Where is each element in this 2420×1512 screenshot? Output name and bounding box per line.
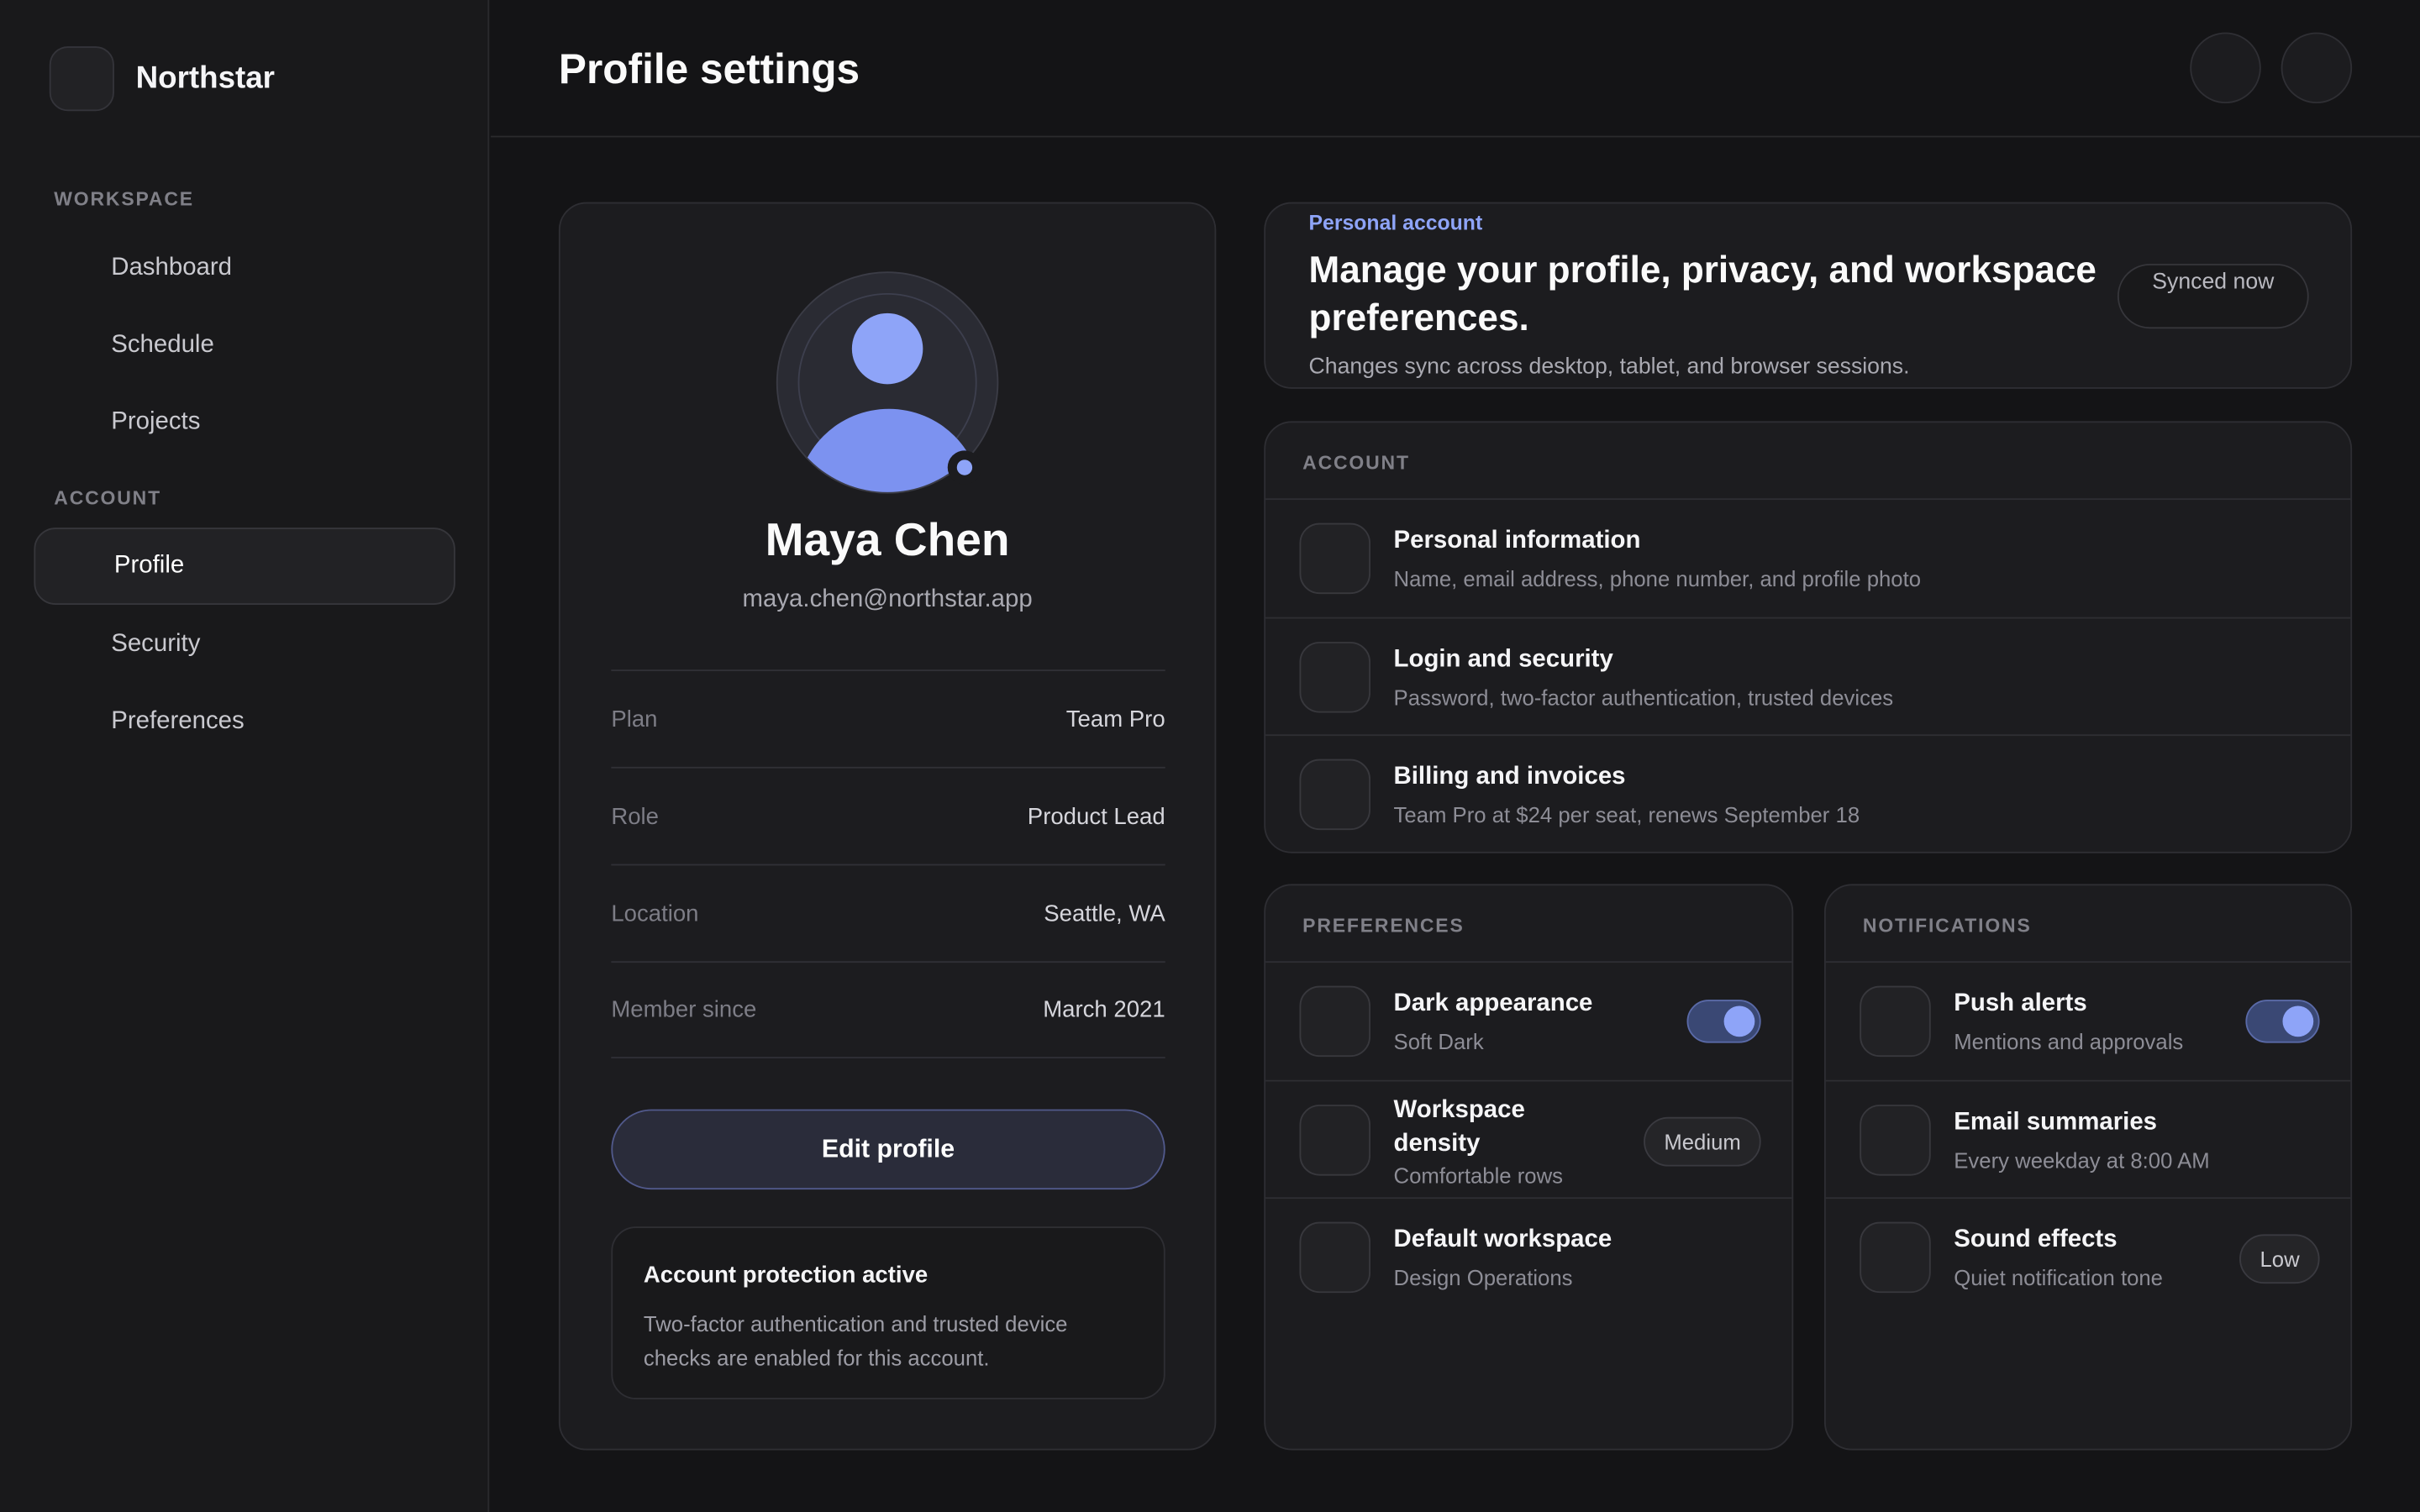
- sidebar-item-projects[interactable]: Projects: [34, 384, 455, 461]
- detail-value: Seattle, WA: [1044, 900, 1165, 927]
- detail-value: Product Lead: [1027, 803, 1165, 830]
- banner-subtitle: Changes sync across desktop, tablet, and…: [1308, 354, 1910, 380]
- profile-name: Maya Chen: [765, 515, 1010, 567]
- detail-label: Plan: [611, 706, 658, 732]
- sidebar-item-security[interactable]: Security: [34, 606, 455, 684]
- protection-title: Account protection active: [643, 1262, 929, 1289]
- detail-row-location: Location Seattle, WA: [611, 864, 1165, 962]
- pref-row-dark-appearance: Dark appearance Soft Dark: [1265, 961, 1792, 1079]
- personal-information-icon: [1299, 522, 1370, 595]
- notif-row-email-summaries[interactable]: Email summaries Every weekday at 8:00 AM: [1825, 1079, 2351, 1199]
- settings-row-billing[interactable]: Billing and invoices Team Pro at $24 per…: [1265, 734, 2351, 853]
- row-subtitle: Every weekday at 8:00 AM: [1954, 1147, 2210, 1173]
- toggle-knob: [1723, 1005, 1755, 1037]
- row-subtitle: Password, two-factor authentication, tru…: [1393, 685, 1894, 710]
- profile-email: maya.chen@northstar.app: [742, 585, 1033, 613]
- toggle-knob: [2282, 1005, 2314, 1037]
- row-title: Email summaries: [1954, 1109, 2158, 1136]
- user-menu-button[interactable]: [2281, 32, 2353, 104]
- notif-row-push-alerts: Push alerts Mentions and approvals: [1825, 961, 2351, 1079]
- row-subtitle: Team Pro at $24 per seat, renews Septemb…: [1393, 802, 1860, 827]
- preferences-card: PREFERENCES Dark appearance Soft Dark Wo…: [1264, 884, 1794, 1451]
- topbar: Profile settings: [491, 0, 2420, 138]
- row-subtitle: Soft Dark: [1393, 1029, 1484, 1054]
- row-title: Push alerts: [1954, 990, 2087, 1017]
- online-status-dot: [947, 450, 982, 485]
- settings-row-personal-information[interactable]: Personal information Name, email address…: [1265, 498, 2351, 617]
- sync-status-badge: Synced now: [2117, 264, 2309, 329]
- page-title: Profile settings: [558, 46, 860, 93]
- dark-appearance-toggle[interactable]: [1686, 1000, 1761, 1043]
- detail-row-member-since: Member since March 2021: [611, 961, 1165, 1058]
- pref-row-default-workspace[interactable]: Default workspace Design Operations: [1265, 1197, 1792, 1315]
- nav-section-workspace: WORKSPACE: [54, 188, 194, 210]
- sidebar: Northstar WORKSPACE Dashboard Schedule P…: [0, 0, 490, 1512]
- detail-label: Role: [611, 803, 660, 830]
- density-icon: [1299, 1105, 1370, 1176]
- sidebar-item-preferences[interactable]: Preferences: [34, 684, 455, 761]
- row-subtitle: Comfortable rows: [1393, 1163, 1564, 1189]
- row-subtitle: Design Operations: [1393, 1265, 1573, 1290]
- notifications-button[interactable]: [2190, 32, 2261, 104]
- banner-title: Manage your profile, privacy, and worksp…: [1308, 249, 2096, 340]
- section-label-account: ACCOUNT: [1302, 452, 1410, 474]
- sidebar-item-dashboard[interactable]: Dashboard: [34, 230, 455, 307]
- workspace-icon: [1299, 1221, 1370, 1294]
- mail-icon: [1860, 1105, 1931, 1176]
- settings-row-login-security[interactable]: Login and security Password, two-factor …: [1265, 617, 2351, 736]
- moon-icon: [1299, 985, 1370, 1058]
- profile-card: Maya Chen maya.chen@northstar.app Plan T…: [558, 202, 1217, 1451]
- sidebar-item-schedule[interactable]: Schedule: [34, 307, 455, 385]
- row-subtitle: Name, email address, phone number, and p…: [1393, 566, 1922, 591]
- pref-row-workspace-density: Workspace density Comfortable rows Mediu…: [1265, 1079, 1792, 1199]
- row-subtitle: Quiet notification tone: [1954, 1265, 2163, 1290]
- billing-icon: [1299, 759, 1370, 831]
- brand[interactable]: Northstar: [49, 46, 275, 112]
- row-title: Default workspace: [1393, 1226, 1612, 1253]
- account-card: ACCOUNT Personal information Name, email…: [1264, 421, 2353, 853]
- detail-value: March 2021: [1043, 996, 1165, 1023]
- brand-name: Northstar: [135, 60, 275, 95]
- edit-profile-button[interactable]: Edit profile: [611, 1109, 1165, 1190]
- banner-eyebrow: Personal account: [1308, 211, 1483, 235]
- row-title: Workspace density: [1393, 1096, 1525, 1158]
- push-alerts-toggle[interactable]: [2245, 1000, 2320, 1043]
- detail-row-role: Role Product Lead: [611, 766, 1165, 864]
- detail-row-plan: Plan Team Pro: [611, 669, 1165, 767]
- detail-label: Location: [611, 900, 699, 927]
- detail-value: Team Pro: [1065, 706, 1165, 732]
- brand-logo-icon: [49, 46, 114, 112]
- protection-notice: Account protection active Two-factor aut…: [611, 1226, 1165, 1399]
- app-window: Northstar WORKSPACE Dashboard Schedule P…: [0, 0, 2420, 1512]
- row-title: Personal information: [1393, 528, 1641, 554]
- section-label-preferences: PREFERENCES: [1302, 915, 1465, 937]
- avatar-head-icon: [851, 312, 923, 385]
- notifications-card: NOTIFICATIONS Push alerts Mentions and a…: [1823, 884, 2353, 1451]
- detail-label: Member since: [611, 996, 757, 1023]
- protection-text: Two-factor authentication and trusted de…: [643, 1311, 1068, 1370]
- sidebar-item-profile[interactable]: Profile: [34, 528, 455, 605]
- section-label-notifications: NOTIFICATIONS: [1862, 915, 2032, 937]
- row-title: Sound effects: [1954, 1226, 2118, 1253]
- notif-row-sound-effects: Sound effects Quiet notification tone Lo…: [1825, 1197, 2351, 1315]
- bell-icon: [1860, 985, 1931, 1058]
- sound-effects-select[interactable]: Low: [2239, 1234, 2320, 1284]
- nav-section-account: ACCOUNT: [54, 487, 161, 510]
- row-title: Login and security: [1393, 646, 1613, 673]
- row-title: Dark appearance: [1393, 990, 1593, 1017]
- row-title: Billing and invoices: [1393, 764, 1626, 790]
- lock-icon: [1299, 642, 1370, 713]
- workspace-density-select[interactable]: Medium: [1644, 1116, 1761, 1167]
- account-banner: Personal account Manage your profile, pr…: [1264, 202, 2353, 389]
- row-subtitle: Mentions and approvals: [1954, 1029, 2184, 1054]
- speaker-icon: [1860, 1221, 1931, 1294]
